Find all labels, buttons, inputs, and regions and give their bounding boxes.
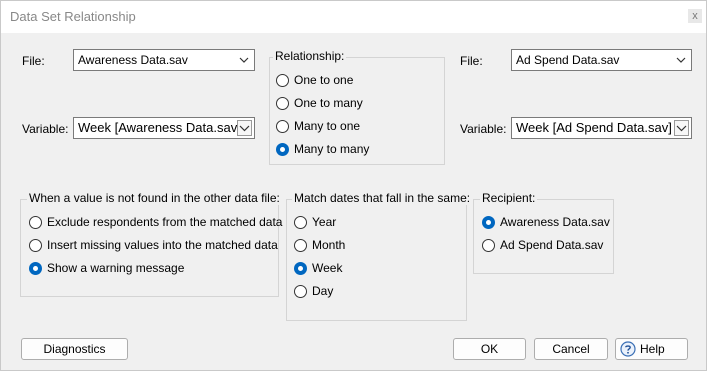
radio-label: Year	[312, 215, 337, 229]
radio-button-icon[interactable]	[294, 216, 307, 229]
dialog-title: Data Set Relationship	[10, 9, 136, 24]
match-dates-title: Match dates that fall in the same:	[292, 191, 473, 205]
radio-button-selected-icon[interactable]	[29, 262, 42, 275]
left-file-value: Awareness Data.sav	[78, 53, 188, 67]
chevron-down-icon	[239, 57, 249, 63]
radio-label: One to many	[294, 96, 363, 110]
chevron-down-icon	[676, 57, 686, 63]
radio-button-icon[interactable]	[29, 216, 42, 229]
radio-label: Many to one	[294, 119, 361, 133]
ok-button[interactable]: OK	[453, 338, 526, 360]
radio-button-icon[interactable]	[276, 97, 289, 110]
left-file-dropdown[interactable]: Awareness Data.sav	[73, 49, 255, 71]
radio-label: Week	[312, 261, 343, 275]
radio-label: Month	[312, 238, 346, 252]
radio-button-icon[interactable]	[294, 239, 307, 252]
relationship-title: Relationship:	[273, 49, 347, 63]
right-file-label: File:	[460, 54, 483, 68]
right-file-value: Ad Spend Data.sav	[516, 53, 620, 67]
left-variable-label: Variable:	[22, 122, 69, 136]
radio-label: Ad Spend Data.sav	[500, 238, 604, 252]
dialog-window: Data Set Relationship x File: Awareness …	[0, 0, 707, 371]
right-variable-value: Week [Ad Spend Data.sav]	[516, 120, 672, 135]
right-file-dropdown[interactable]: Ad Spend Data.sav	[511, 49, 692, 71]
radio-button-selected-icon[interactable]	[276, 143, 289, 156]
diagnostics-button[interactable]: Diagnostics	[21, 338, 128, 360]
right-variable-selector[interactable]: Week [Ad Spend Data.sav]	[511, 117, 692, 139]
recipient-group	[473, 199, 614, 274]
radio-label: Exclude respondents from the matched dat…	[47, 215, 283, 229]
left-file-label: File:	[22, 54, 45, 68]
right-variable-label: Variable:	[460, 122, 507, 136]
left-variable-selector[interactable]: Week [Awareness Data.sav]	[73, 117, 255, 139]
radio-button-icon[interactable]	[276, 74, 289, 87]
right-variable-dropdown-button[interactable]	[674, 120, 689, 136]
close-button[interactable]: x	[688, 9, 702, 23]
radio-button-selected-icon[interactable]	[482, 216, 495, 229]
help-button[interactable]: Help	[615, 338, 688, 360]
radio-label: Many to many	[294, 142, 370, 156]
radio-button-icon[interactable]	[294, 285, 307, 298]
radio-label: Insert missing values into the matched d…	[47, 238, 278, 252]
chevron-down-icon	[239, 125, 250, 132]
left-variable-dropdown-button[interactable]	[237, 120, 252, 136]
radio-button-selected-icon[interactable]	[294, 262, 307, 275]
radio-label: One to one	[294, 73, 354, 87]
title-bar: Data Set Relationship x	[1, 1, 706, 33]
radio-button-icon[interactable]	[29, 239, 42, 252]
radio-label: Show a warning message	[47, 261, 185, 275]
cancel-button[interactable]: Cancel	[534, 338, 608, 360]
recipient-title: Recipient:	[480, 191, 538, 205]
radio-label: Day	[312, 284, 334, 298]
not-found-title: When a value is not found in the other d…	[27, 191, 282, 205]
chevron-down-icon	[676, 125, 687, 132]
left-variable-value: Week [Awareness Data.sav]	[78, 120, 241, 135]
radio-label: Awareness Data.sav	[500, 215, 610, 229]
radio-button-icon[interactable]	[276, 120, 289, 133]
help-button-label: Help	[640, 342, 665, 356]
radio-button-icon[interactable]	[482, 239, 495, 252]
help-question-icon	[620, 341, 636, 357]
